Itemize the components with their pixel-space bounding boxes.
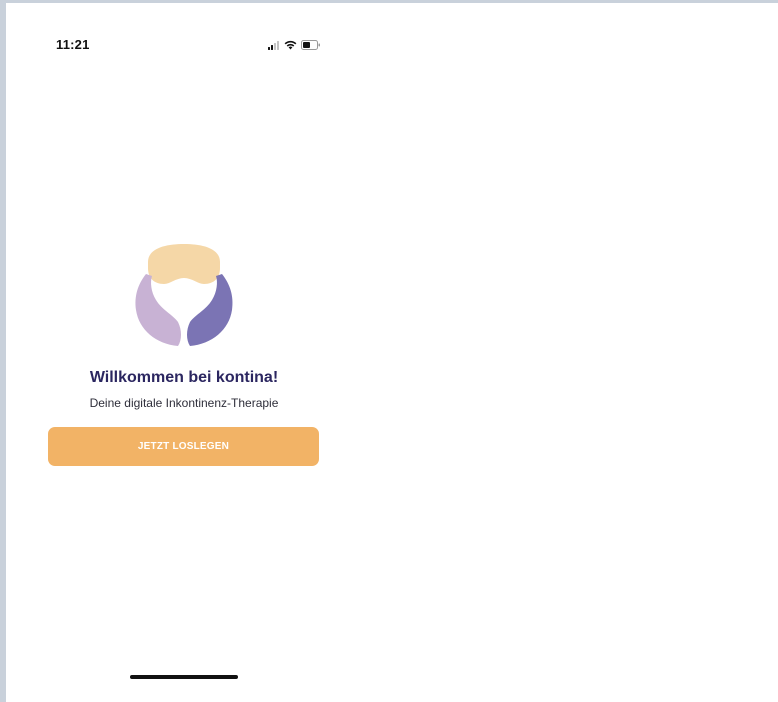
logo-top-shape [148,244,220,284]
status-bar-time: 11:21 [56,37,90,52]
home-indicator[interactable] [130,675,238,679]
start-button[interactable]: JETZT LOSLEGEN [48,427,319,466]
welcome-subtitle: Deine digitale Inkontinenz-Therapie [89,396,279,410]
kontina-logo [134,244,234,346]
status-bar-icons [268,40,321,50]
logo-left-shape [135,274,181,346]
welcome-title: Willkommen bei kontina! [89,369,279,386]
phone-screen: 11:21 Willkommen bei kontina! Deine digi… [6,3,778,702]
start-button-label: JETZT LOSLEGEN [137,441,230,452]
battery-icon [301,40,321,50]
wifi-icon [284,40,297,50]
cellular-signal-icon [268,41,280,50]
logo-right-shape [187,274,233,346]
